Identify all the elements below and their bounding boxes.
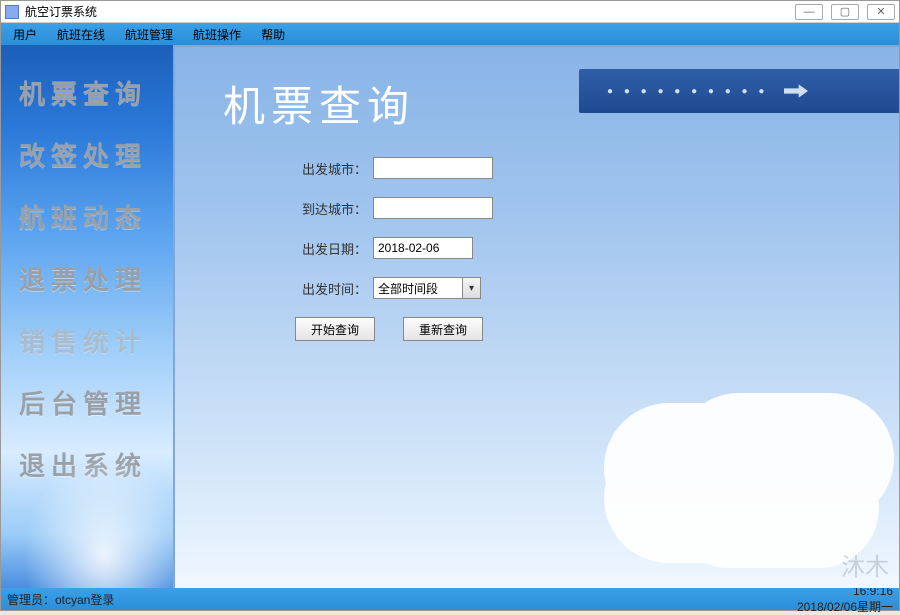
button-row: 开始查询 重新查询 <box>295 317 715 341</box>
arrival-city-label: 到达城市： <box>295 199 367 218</box>
titlebar-buttons: — ▢ ✕ <box>795 4 895 20</box>
content-area: 机票查询 改签处理 航班动态 退票处理 销售统计 后台管理 退出系统 ● ● ●… <box>1 45 899 588</box>
sidebar: 机票查询 改签处理 航班动态 退票处理 销售统计 后台管理 退出系统 <box>1 45 173 588</box>
menu-flight-online[interactable]: 航班在线 <box>51 24 111 45</box>
app-icon <box>5 5 19 19</box>
reset-button[interactable]: 重新查询 <box>403 317 483 341</box>
minimize-button[interactable]: — <box>795 4 823 20</box>
menu-flight-manage[interactable]: 航班管理 <box>119 24 179 45</box>
window-title: 航空订票系统 <box>25 3 795 20</box>
search-form: 出发城市： 到达城市： 出发日期： 出发时间： <box>295 157 715 341</box>
close-button[interactable]: ✕ <box>867 4 895 20</box>
sidebar-item-flight-status[interactable]: 航班动态 <box>1 187 173 249</box>
sidebar-item-sales-stats[interactable]: 销售统计 <box>1 311 173 373</box>
cloud-decoration <box>654 433 854 543</box>
sidebar-item-refund-process[interactable]: 退票处理 <box>1 249 173 311</box>
search-button[interactable]: 开始查询 <box>295 317 375 341</box>
page-title: 机票查询 <box>223 73 415 134</box>
menubar: 用户 航班在线 航班管理 航班操作 帮助 <box>1 23 899 45</box>
sidebar-item-exit[interactable]: 退出系统 <box>1 435 173 497</box>
menu-flight-operate[interactable]: 航班操作 <box>187 24 247 45</box>
departure-time-select[interactable] <box>373 277 463 299</box>
chevron-down-icon[interactable] <box>463 277 481 299</box>
sidebar-item-admin[interactable]: 后台管理 <box>1 373 173 435</box>
watermark: 沐木 <box>841 547 889 582</box>
maximize-button[interactable]: ▢ <box>831 4 859 20</box>
status-date: 2018/02/06星期一 <box>797 598 893 615</box>
main-panel: ● ● ● ● ● ● ● ● ● ● 机票查询 出发城市： 到达城市： 出发日… <box>173 45 899 588</box>
status-right: 16:9:16 2018/02/06星期一 <box>797 584 893 615</box>
departure-date-label: 出发日期： <box>295 239 367 258</box>
row-departure-time: 出发时间： <box>295 277 715 299</box>
sidebar-item-ticket-query[interactable]: 机票查询 <box>1 63 173 125</box>
menu-user[interactable]: 用户 <box>7 24 43 45</box>
statusbar: 管理员：otcyan登录 16:9:16 2018/02/06星期一 <box>1 588 899 610</box>
row-arrival-city: 到达城市： <box>295 197 715 219</box>
departure-city-input[interactable] <box>373 157 493 179</box>
sidebar-item-change-process[interactable]: 改签处理 <box>1 125 173 187</box>
arrival-city-input[interactable] <box>373 197 493 219</box>
departure-time-label: 出发时间： <box>295 279 367 298</box>
row-departure-city: 出发城市： <box>295 157 715 179</box>
banner-dots: ● ● ● ● ● ● ● ● ● ● <box>607 86 768 97</box>
departure-city-label: 出发城市： <box>295 159 367 178</box>
departure-time-select-wrap <box>373 277 481 299</box>
row-departure-date: 出发日期： <box>295 237 715 259</box>
airplane-icon <box>780 75 812 107</box>
status-left: 管理员：otcyan登录 <box>7 591 114 608</box>
banner: ● ● ● ● ● ● ● ● ● ● <box>579 69 899 113</box>
departure-date-input[interactable] <box>373 237 473 259</box>
app-window: 航空订票系统 — ▢ ✕ 用户 航班在线 航班管理 航班操作 帮助 机票查询 改… <box>0 0 900 611</box>
titlebar: 航空订票系统 — ▢ ✕ <box>1 1 899 23</box>
menu-help[interactable]: 帮助 <box>255 24 291 45</box>
